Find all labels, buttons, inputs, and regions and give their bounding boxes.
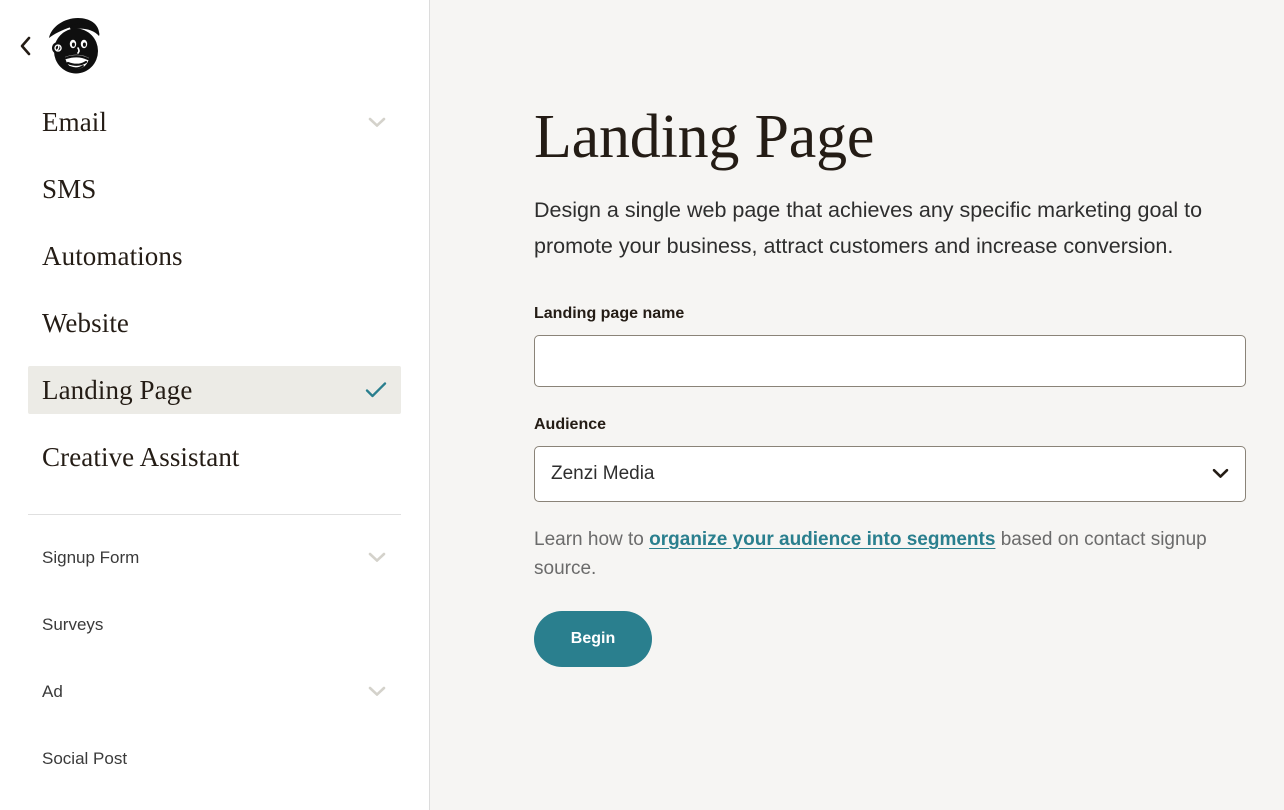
chevron-down-icon[interactable] — [367, 547, 387, 567]
chevron-down-icon[interactable] — [367, 112, 387, 132]
sidebar: Email SMS Automations Website Landing Pa… — [0, 0, 430, 810]
sidebar-item-landing-page[interactable]: Landing Page — [28, 366, 401, 414]
check-icon — [365, 379, 387, 401]
page-title: Landing Page — [534, 103, 875, 171]
sidebar-item-label: Automations — [42, 240, 183, 271]
audience-select-value: Zenzi Media — [551, 462, 655, 484]
sidebar-primary-nav: Email SMS Automations Website Landing Pa… — [0, 92, 429, 481]
mailchimp-freddie-logo[interactable] — [45, 15, 103, 77]
sidebar-item-signup-form[interactable]: Signup Form — [28, 535, 401, 579]
organize-audience-link[interactable]: organize your audience into segments — [649, 529, 995, 550]
landing-page-name-field-group: Landing page name — [534, 304, 1246, 387]
sidebar-item-label: Landing Page — [42, 374, 193, 405]
page-description: Design a single web page that achieves a… — [534, 197, 1203, 258]
sidebar-item-label: Signup Form — [42, 547, 140, 567]
main-content: Landing Page Design a single web page th… — [430, 0, 1284, 810]
chevron-down-icon[interactable] — [367, 681, 387, 701]
sidebar-item-creative-assistant[interactable]: Creative Assistant — [28, 433, 401, 481]
begin-button[interactable]: Begin — [534, 610, 652, 667]
audience-label: Audience — [534, 415, 607, 433]
main-inner: Landing Page Design a single web page th… — [430, 0, 1246, 667]
sidebar-item-label: Ad — [42, 681, 63, 701]
landing-page-name-input[interactable] — [534, 334, 1246, 387]
sidebar-item-label: Surveys — [42, 614, 104, 634]
sidebar-item-label: Website — [42, 307, 129, 338]
app-root: Email SMS Automations Website Landing Pa… — [0, 0, 1284, 810]
sidebar-item-website[interactable]: Website — [28, 299, 401, 347]
audience-select[interactable]: Zenzi Media — [534, 445, 1246, 502]
sidebar-item-surveys[interactable]: Surveys — [28, 602, 401, 646]
sidebar-header — [0, 0, 429, 92]
sidebar-item-sms[interactable]: SMS — [28, 165, 401, 213]
helper-prefix: Learn how to — [534, 528, 650, 550]
audience-select-wrap: Zenzi Media — [534, 445, 1246, 502]
landing-page-name-label: Landing page name — [534, 304, 685, 322]
collapse-sidebar-button[interactable] — [10, 31, 40, 61]
sidebar-item-email[interactable]: Email — [28, 98, 401, 146]
audience-field-group: Audience Zenzi Media — [534, 415, 1246, 502]
sidebar-item-automations[interactable]: Automations — [28, 232, 401, 280]
sidebar-secondary-nav: Signup Form Surveys Ad Social Post — [0, 515, 429, 780]
sidebar-item-label: Social Post — [42, 748, 128, 768]
sidebar-item-ad[interactable]: Ad — [28, 669, 401, 713]
sidebar-item-social-post[interactable]: Social Post — [28, 736, 401, 780]
audience-helper-text: Learn how to organize your audience into… — [534, 525, 1246, 583]
sidebar-item-label: Email — [42, 106, 107, 137]
sidebar-item-label: SMS — [42, 173, 97, 204]
sidebar-item-label: Creative Assistant — [42, 441, 240, 472]
